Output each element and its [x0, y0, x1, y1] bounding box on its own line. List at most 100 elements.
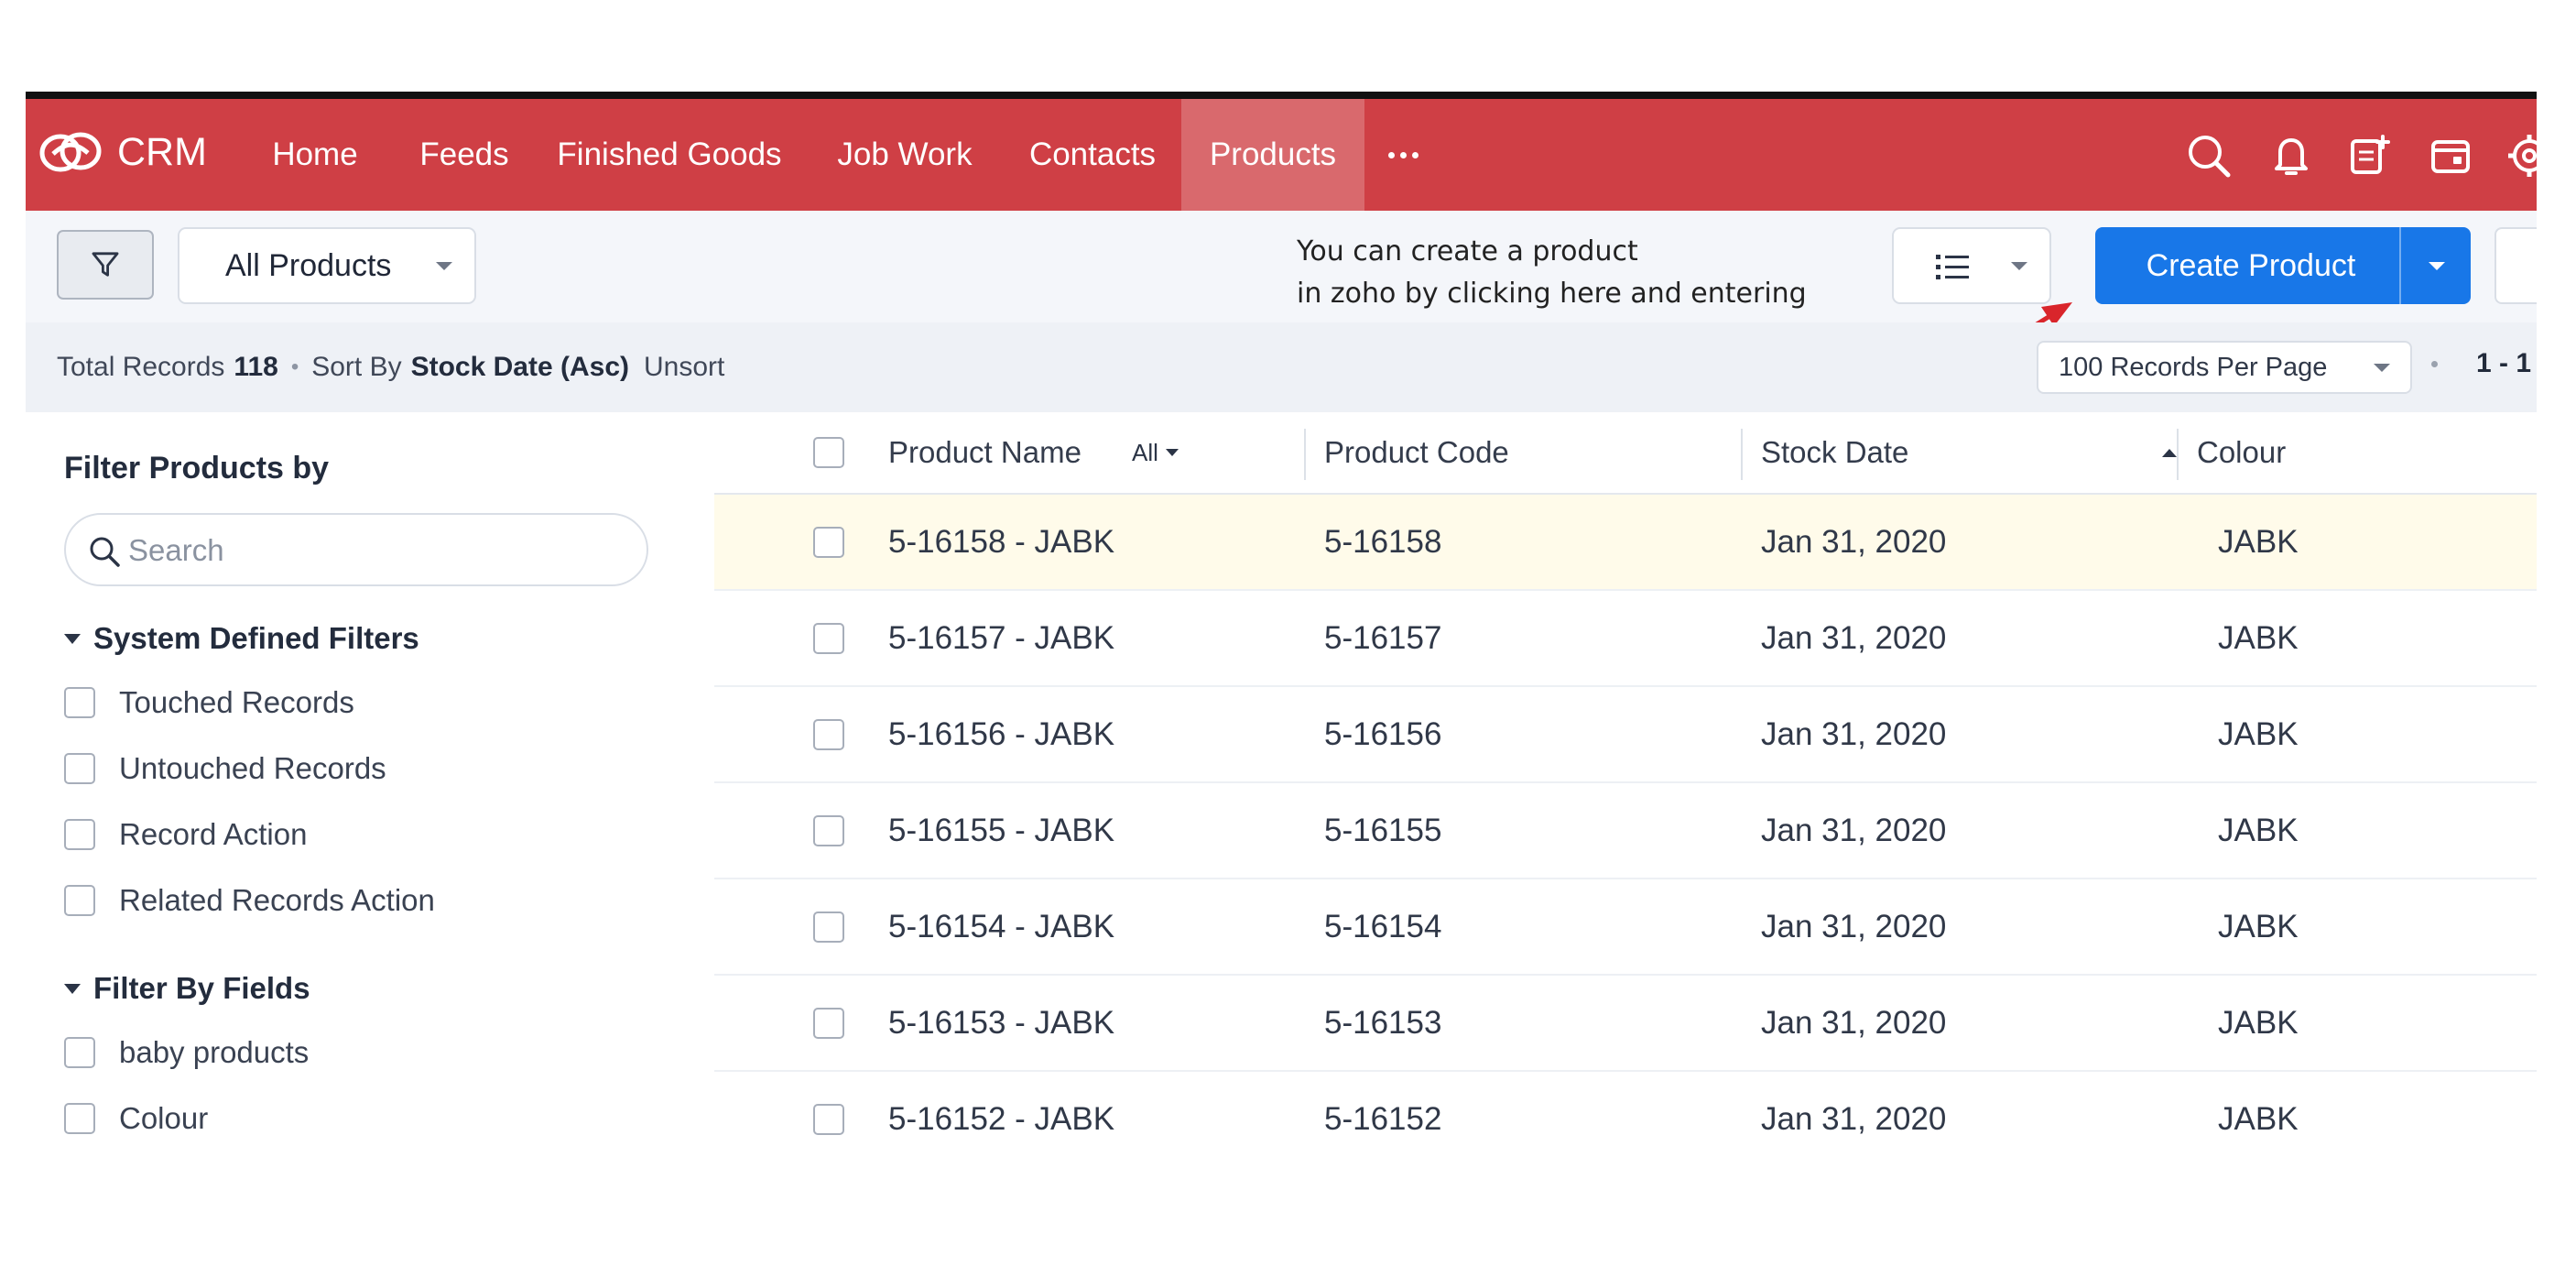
table-row[interactable]: 5-16154 - JABK 5-16154 Jan 31, 2020 JABK	[714, 879, 2537, 976]
filter-item-label: baby products	[119, 1035, 310, 1069]
total-records-count: 118	[234, 352, 278, 382]
column-resize-handle[interactable]	[1741, 429, 1743, 480]
chevron-down-icon	[2011, 262, 2027, 270]
notification-bell-icon[interactable]	[2266, 130, 2317, 181]
filter-toggle-button[interactable]	[57, 230, 154, 300]
checkbox[interactable]	[64, 1103, 95, 1134]
create-product-button[interactable]: Create Product	[2095, 227, 2471, 304]
chevron-down-icon	[2429, 262, 2445, 270]
unsort-link[interactable]: Unsort	[644, 352, 724, 383]
column-header-stock-date[interactable]: Stock Date	[1761, 412, 1908, 493]
row-checkbox[interactable]	[813, 1008, 844, 1039]
filter-colour[interactable]: Colour	[64, 1101, 208, 1136]
checkbox[interactable]	[64, 687, 95, 718]
all-filter-label: All	[1132, 438, 1158, 466]
stock-date-cell: Jan 31, 2020	[1761, 619, 1947, 656]
checkbox[interactable]	[64, 819, 95, 850]
filter-item-label: Record Action	[119, 817, 308, 851]
filter-search-input[interactable]	[126, 515, 625, 586]
filter-touched-records[interactable]: Touched Records	[64, 685, 354, 720]
filter-by-fields-toggle[interactable]: Filter By Fields	[64, 971, 310, 1006]
table-row[interactable]: 5-16157 - JABK 5-16157 Jan 31, 2020 JABK	[714, 591, 2537, 687]
caret-down-icon	[1165, 449, 1179, 456]
filter-panel: Filter Products by System Defined Filter…	[26, 412, 679, 1162]
brand-name: CRM	[117, 129, 207, 174]
records-summary: Total Records 118 • Sort By Stock Date (…	[57, 322, 724, 412]
filter-record-action[interactable]: Record Action	[64, 817, 307, 852]
nav-item-contacts[interactable]: Contacts	[1004, 99, 1181, 211]
product-code-cell: 5-16157	[1324, 619, 1442, 656]
nav-item-job-work[interactable]: Job Work	[806, 99, 1004, 211]
row-checkbox[interactable]	[813, 911, 844, 943]
table-row[interactable]: 5-16152 - JABK 5-16152 Jan 31, 2020 JABK	[714, 1072, 2537, 1162]
column-resize-handle[interactable]	[1304, 429, 1306, 480]
search-icon[interactable]	[2183, 130, 2234, 181]
stock-date-cell: Jan 31, 2020	[1761, 812, 1947, 848]
colour-cell: JABK	[2218, 908, 2299, 944]
column-header-product-name[interactable]: Product Name	[888, 412, 1081, 493]
settings-gear-icon[interactable]	[2504, 130, 2537, 181]
filter-related-records-action[interactable]: Related Records Action	[64, 883, 435, 918]
product-name-cell[interactable]: 5-16154 - JABK	[888, 879, 1114, 974]
system-defined-filters-toggle[interactable]: System Defined Filters	[64, 621, 419, 656]
row-checkbox[interactable]	[813, 719, 844, 750]
sort-ascending-icon[interactable]	[2162, 449, 2177, 457]
nav-item-products[interactable]: Products	[1181, 99, 1364, 211]
total-records-label: Total Records	[57, 352, 225, 382]
nav-item-feeds[interactable]: Feeds	[396, 99, 533, 211]
list-view-toggle[interactable]	[1892, 227, 2051, 304]
more-dots-icon[interactable]	[1368, 99, 1438, 211]
all-products-view-select[interactable]: All Products	[178, 227, 476, 304]
column-header-colour[interactable]: Colour	[2197, 412, 2286, 493]
create-product-dropdown[interactable]	[2399, 227, 2471, 304]
filter-search-box[interactable]	[64, 513, 648, 586]
brand-logo[interactable]: CRM	[35, 122, 207, 182]
calendar-add-icon[interactable]	[2342, 130, 2394, 181]
row-checkbox[interactable]	[813, 527, 844, 558]
checkbox[interactable]	[64, 753, 95, 784]
filter-item-label: Untouched Records	[119, 751, 386, 785]
product-name-cell[interactable]: 5-16152 - JABK	[888, 1072, 1114, 1162]
row-checkbox[interactable]	[813, 623, 844, 654]
column-resize-handle[interactable]	[2177, 429, 2179, 480]
page-range: 1 - 1	[2476, 348, 2532, 378]
colour-cell: JABK	[2218, 1004, 2299, 1041]
filter-baby-products[interactable]: baby products	[64, 1035, 309, 1070]
filter-panel-title: Filter Products by	[64, 451, 330, 486]
nav-item-home[interactable]: Home	[234, 99, 396, 211]
product-code-cell: 5-16158	[1324, 523, 1442, 560]
separator-dot	[2431, 361, 2438, 367]
product-code-cell: 5-16156	[1324, 715, 1442, 752]
column-header-product-code[interactable]: Product Code	[1324, 412, 1509, 493]
colour-cell: JABK	[2218, 715, 2299, 752]
product-name-cell[interactable]: 5-16156 - JABK	[888, 687, 1114, 781]
table-row[interactable]: 5-16153 - JABK 5-16153 Jan 31, 2020 JABK	[714, 976, 2537, 1072]
records-per-page-select[interactable]: 100 Records Per Page	[2037, 341, 2412, 394]
table-header: Product Name All Product Code Stock Date…	[714, 412, 2537, 495]
caret-down-icon	[64, 633, 81, 644]
colour-cell: JABK	[2218, 523, 2299, 560]
calendar-icon[interactable]	[2425, 130, 2476, 181]
row-checkbox[interactable]	[813, 815, 844, 846]
product-name-cell[interactable]: 5-16157 - JABK	[888, 591, 1114, 685]
colour-cell: JABK	[2218, 812, 2299, 848]
table-row[interactable]: 5-16156 - JABK 5-16156 Jan 31, 2020 JABK	[714, 687, 2537, 783]
stock-date-cell: Jan 31, 2020	[1761, 908, 1947, 944]
select-all-checkbox[interactable]	[813, 437, 844, 468]
checkbox[interactable]	[64, 885, 95, 916]
nav-item-finished-goods[interactable]: Finished Goods	[533, 99, 806, 211]
table-row[interactable]: 5-16155 - JABK 5-16155 Jan 31, 2020 JABK	[714, 783, 2537, 879]
product-code-cell: 5-16155	[1324, 812, 1442, 848]
product-name-cell[interactable]: 5-16153 - JABK	[888, 976, 1114, 1070]
records-summary-bar: Total Records 118 • Sort By Stock Date (…	[26, 322, 2537, 412]
table-row[interactable]: 5-16158 - JABK 5-16158 Jan 31, 2020 JABK	[714, 495, 2537, 591]
caret-down-icon	[64, 983, 81, 994]
product-name-cell[interactable]: 5-16158 - JABK	[888, 495, 1114, 589]
crm-logo-icon	[39, 132, 102, 172]
filter-untouched-records[interactable]: Untouched Records	[64, 751, 386, 786]
row-checkbox[interactable]	[813, 1104, 844, 1135]
product-name-cell[interactable]: 5-16155 - JABK	[888, 783, 1114, 878]
product-name-filter-dropdown[interactable]: All	[1132, 412, 1179, 493]
toolbar-edge-button[interactable]	[2494, 227, 2537, 304]
checkbox[interactable]	[64, 1037, 95, 1068]
